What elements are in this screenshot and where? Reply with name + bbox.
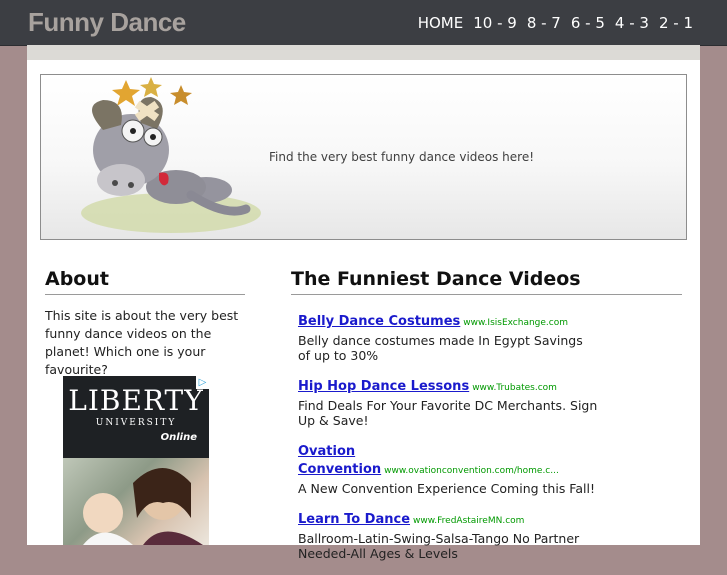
ad-item: Belly Dance Costumes www.IsisExchange.com… [298, 312, 598, 363]
liberty-ad[interactable]: ▷ LIBERTY UNIVERSITY Online [63, 376, 209, 545]
nav-6-5[interactable]: 6 - 5 [571, 14, 605, 32]
ad-subtitle: UNIVERSITY [95, 418, 177, 428]
ad-description: A New Convention Experience Coming this … [298, 481, 595, 496]
ad-description: Ballroom-Latin-Swing-Salsa-Tango No Part… [298, 531, 580, 561]
ad-url[interactable]: www.Trubates.com [472, 383, 557, 393]
ad-title-link[interactable]: Learn To Dance [298, 512, 410, 527]
ad-title-link[interactable]: Ovation Convention [298, 444, 381, 477]
about-heading: About [45, 268, 245, 295]
banner-tagline: Find the very best funny dance videos he… [269, 150, 535, 164]
about-text: This site is about the very best funny d… [45, 308, 239, 377]
ad-item: Learn To Dance www.FredAstaireMN.com Ball… [298, 510, 598, 561]
content-container: Find the very best funny dance videos he… [27, 60, 700, 561]
nav-home[interactable]: HOME [418, 14, 464, 32]
nav-4-3[interactable]: 4 - 3 [615, 14, 649, 32]
videos-heading: The Funniest Dance Videos [291, 268, 682, 295]
nav-10-9[interactable]: 10 - 9 [473, 14, 517, 32]
ad-photo [63, 458, 209, 545]
banner: Find the very best funny dance videos he… [40, 74, 687, 240]
ad-online-label: Online [160, 432, 197, 443]
ad-url[interactable]: www.IsisExchange.com [463, 318, 568, 328]
header-stripe [27, 45, 700, 60]
top-bar: Funny Dance HOME 10 - 9 8 - 7 6 - 5 4 - … [0, 0, 727, 46]
ad-url[interactable]: www.FredAstaireMN.com [413, 516, 524, 526]
main-nav: HOME 10 - 9 8 - 7 6 - 5 4 - 3 2 - 1 [418, 14, 693, 32]
ad-list: Belly Dance Costumes www.IsisExchange.com… [298, 312, 598, 575]
ad-description: Find Deals For Your Favorite DC Merchant… [298, 398, 598, 428]
ad-description: Belly dance costumes made In Egypt Savin… [298, 333, 583, 363]
ad-title-link[interactable]: Belly Dance Costumes [298, 314, 460, 329]
ad-item: Hip Hop Dance Lessons www.Trubates.com Fi… [298, 377, 598, 428]
site-logo[interactable]: Funny Dance [28, 7, 186, 38]
ad-logo: LIBERTY [68, 384, 204, 417]
nav-8-7[interactable]: 8 - 7 [527, 14, 561, 32]
ad-title-link[interactable]: Hip Hop Dance Lessons [298, 379, 469, 394]
ad-url[interactable]: www.ovationconvention.com/home.c... [384, 466, 559, 476]
ad-item: Ovation Convention www.ovationconvention.… [298, 442, 598, 496]
nav-2-1[interactable]: 2 - 1 [659, 14, 693, 32]
